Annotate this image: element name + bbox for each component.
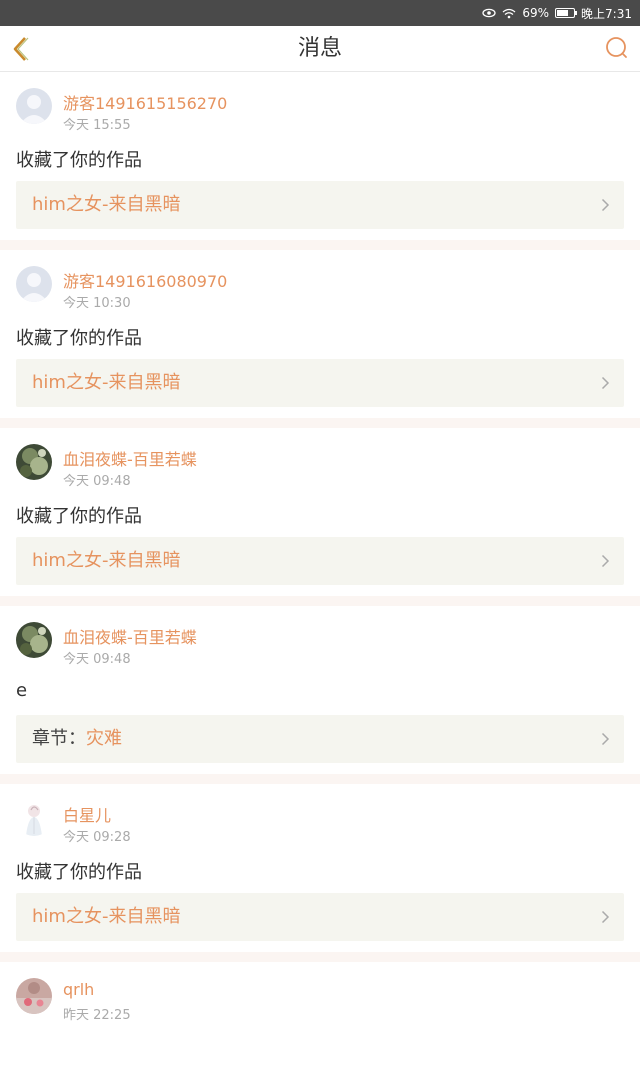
timestamp: 昨天 22:25 [63,1008,131,1023]
photo-avatar-icon [16,622,52,658]
chevron-right-icon [601,732,610,746]
timestamp: 今天 09:28 [63,830,131,845]
avatar[interactable] [16,88,52,124]
work-title-row: him之女-来自黑暗 [32,181,180,229]
work-link[interactable]: him之女-来自黑暗 [16,359,624,407]
username[interactable]: qrlh [63,980,94,999]
username[interactable]: 白星儿 [63,802,111,826]
work-title: him之女-来自黑暗 [32,550,181,571]
username[interactable]: 游客1491615156270 [63,90,227,114]
chapter-link[interactable]: 章节：灾难 [16,715,624,763]
message-text: 收藏了你的作品 [16,150,142,171]
divider [0,952,640,962]
avatar[interactable] [16,978,52,1014]
username[interactable]: 游客1491616080970 [63,268,227,292]
work-title-row: him之女-来自黑暗 [32,359,180,407]
work-link[interactable]: him之女-来自黑暗 [16,181,624,229]
app-header: 消息 [0,26,640,72]
timestamp: 今天 09:48 [63,652,131,667]
message-text: e [16,680,28,701]
divider [0,240,640,250]
avatar[interactable] [16,800,52,836]
divider [0,774,640,784]
message-item: 血泪夜蝶-百里若蝶 今天 09:48 收藏了你的作品 him之女-来自黑暗 [0,428,640,596]
battery-level [557,10,569,16]
default-avatar-icon [16,266,52,302]
battery-icon [555,8,578,18]
timestamp: 今天 09:48 [63,474,131,489]
timestamp: 今天 15:55 [63,118,131,133]
work-link[interactable]: him之女-来自黑暗 [16,893,624,941]
work-link[interactable]: him之女-来自黑暗 [16,537,624,585]
message-item: 白星儿 今天 09:28 收藏了你的作品 him之女-来自黑暗 [0,784,640,952]
work-title-row: him之女-来自黑暗 [32,893,180,941]
message-item: 血泪夜蝶-百里若蝶 今天 09:48 e 章节：灾难 [0,606,640,774]
avatar[interactable] [16,444,52,480]
battery-percent: 69% [522,6,550,20]
illustration-avatar-icon [16,800,52,836]
search-button[interactable] [604,35,630,63]
search-icon [606,37,627,58]
photo-avatar-icon [16,978,52,1014]
eye-icon [482,8,497,18]
chevron-right-icon [601,910,610,924]
message-text: 收藏了你的作品 [16,328,142,349]
username[interactable]: 血泪夜蝶-百里若蝶 [63,624,197,648]
page-title: 消息 [297,36,342,61]
chevron-right-icon [601,198,610,212]
message-item: qrlh 昨天 22:25 [0,962,640,1082]
work-title: him之女-来自黑暗 [32,194,181,215]
ref-prefix: 章节： [32,728,86,749]
message-text: 收藏了你的作品 [16,862,142,883]
work-title: him之女-来自黑暗 [32,906,181,927]
message-item: 游客1491616080970 今天 10:30 收藏了你的作品 him之女-来… [0,250,640,418]
avatar[interactable] [16,266,52,302]
message-list: 游客1491615156270 今天 15:55 收藏了你的作品 him之女-来… [0,72,640,1082]
chapter-title: 灾难 [86,728,122,749]
chapter-row: 章节：灾难 [32,715,122,763]
divider [0,596,640,606]
photo-avatar-icon [16,444,52,480]
work-title: him之女-来自黑暗 [32,372,181,393]
chevron-right-icon [601,376,610,390]
default-avatar-icon [16,88,52,124]
divider [0,418,640,428]
clock: 晚上7:31 [581,6,632,21]
avatar[interactable] [16,622,52,658]
status-bar: 69% 晚上7:31 [0,0,640,26]
message-text: 收藏了你的作品 [16,506,142,527]
username[interactable]: 血泪夜蝶-百里若蝶 [63,446,197,470]
wifi-icon [502,8,516,18]
chevron-right-icon [601,554,610,568]
message-item: 游客1491615156270 今天 15:55 收藏了你的作品 him之女-来… [0,72,640,240]
timestamp: 今天 10:30 [63,296,131,311]
work-title-row: him之女-来自黑暗 [32,537,180,585]
